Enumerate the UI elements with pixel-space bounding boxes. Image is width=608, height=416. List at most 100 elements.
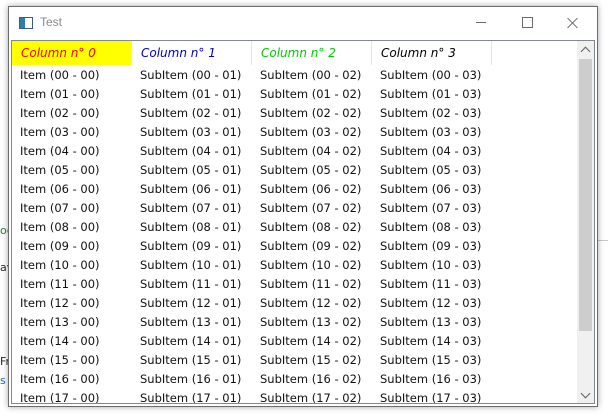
app-window-icon	[19, 17, 33, 29]
list-item[interactable]: Item (15 - 00) SubItem (15 - 01) SubItem (…	[12, 351, 577, 370]
maximize-button[interactable]	[504, 7, 550, 38]
list-view[interactable]: Column n° 0 Column n° 1 Column n° 2 Column …	[11, 40, 595, 404]
item-cell: Item (13 - 00)	[20, 315, 100, 329]
list-item[interactable]: Item (08 - 00) SubItem (08 - 01) SubItem (…	[12, 218, 577, 237]
subitem-cell: SubItem (10 - 03)	[380, 258, 482, 272]
close-button[interactable]	[550, 7, 596, 38]
item-cell: Item (09 - 00)	[20, 239, 100, 253]
subitem-cell: SubItem (11 - 01)	[140, 277, 242, 291]
subitem-cell: SubItem (05 - 02)	[260, 163, 362, 177]
list-item[interactable]: Item (06 - 00) SubItem (06 - 01) SubItem (…	[12, 180, 577, 199]
title-bar[interactable]: Test	[9, 7, 597, 38]
header-filler	[492, 41, 577, 65]
item-cell: Item (14 - 00)	[20, 334, 100, 348]
subitem-cell: SubItem (11 - 02)	[260, 277, 362, 291]
list-item[interactable]: Item (00 - 00) SubItem (00 - 01) SubItem (…	[12, 66, 577, 85]
list-item[interactable]: Item (13 - 00) SubItem (13 - 01) SubItem (…	[12, 313, 577, 332]
app-window: Test Column n° 0 Column n° 1 Column n° 2 Co…	[8, 6, 598, 407]
subitem-cell: SubItem (01 - 01)	[140, 87, 242, 101]
subitem-cell: SubItem (03 - 03)	[380, 125, 482, 139]
list-item[interactable]: Item (10 - 00) SubItem (10 - 01) SubItem (…	[12, 256, 577, 275]
subitem-cell: SubItem (15 - 02)	[260, 353, 362, 367]
chevron-up-icon	[580, 46, 591, 56]
subitem-cell: SubItem (17 - 02)	[260, 391, 362, 404]
chevron-down-icon	[580, 388, 591, 398]
subitem-cell: SubItem (16 - 02)	[260, 372, 362, 386]
item-cell: Item (17 - 00)	[20, 391, 100, 404]
subitem-cell: SubItem (12 - 03)	[380, 296, 482, 310]
list-item[interactable]: Item (11 - 00) SubItem (11 - 01) SubItem (…	[12, 275, 577, 294]
item-cell: Item (15 - 00)	[20, 353, 100, 367]
list-item[interactable]: Item (03 - 00) SubItem (03 - 01) SubItem (…	[12, 123, 577, 142]
list-item[interactable]: Item (09 - 00) SubItem (09 - 01) SubItem (…	[12, 237, 577, 256]
subitem-cell: SubItem (02 - 02)	[260, 106, 362, 120]
list-item[interactable]: Item (02 - 00) SubItem (02 - 01) SubItem (…	[12, 104, 577, 123]
list-item[interactable]: Item (05 - 00) SubItem (05 - 01) SubItem (…	[12, 161, 577, 180]
subitem-cell: SubItem (17 - 03)	[380, 391, 482, 404]
column-header-3[interactable]: Column n° 3	[372, 41, 492, 65]
subitem-cell: SubItem (08 - 03)	[380, 220, 482, 234]
subitem-cell: SubItem (06 - 02)	[260, 182, 362, 196]
item-cell: Item (12 - 00)	[20, 296, 100, 310]
subitem-cell: SubItem (14 - 02)	[260, 334, 362, 348]
subitem-cell: SubItem (11 - 03)	[380, 277, 482, 291]
subitem-cell: SubItem (16 - 01)	[140, 372, 242, 386]
column-header-1[interactable]: Column n° 1	[132, 41, 252, 65]
subitem-cell: SubItem (17 - 01)	[140, 391, 242, 404]
list-item[interactable]: Item (01 - 00) SubItem (01 - 01) SubItem (…	[12, 85, 577, 104]
subitem-cell: SubItem (13 - 03)	[380, 315, 482, 329]
column-header-0[interactable]: Column n° 0	[12, 41, 132, 65]
list-item[interactable]: Item (04 - 00) SubItem (04 - 01) SubItem (…	[12, 142, 577, 161]
list-item[interactable]: Item (07 - 00) SubItem (07 - 01) SubItem (…	[12, 199, 577, 218]
item-cell: Item (06 - 00)	[20, 182, 100, 196]
background-text-fragment: s	[0, 374, 6, 387]
list-header: Column n° 0 Column n° 1 Column n° 2 Column …	[12, 41, 577, 66]
list-item[interactable]: Item (17 - 00) SubItem (17 - 01) SubItem (…	[12, 389, 577, 404]
item-cell: Item (07 - 00)	[20, 201, 100, 215]
subitem-cell: SubItem (03 - 01)	[140, 125, 242, 139]
vertical-scrollbar[interactable]	[577, 41, 594, 403]
item-cell: Item (11 - 00)	[20, 277, 100, 291]
minimize-button[interactable]	[458, 7, 504, 38]
subitem-cell: SubItem (15 - 01)	[140, 353, 242, 367]
list-item[interactable]: Item (16 - 00) SubItem (16 - 01) SubItem (…	[12, 370, 577, 389]
subitem-cell: SubItem (04 - 03)	[380, 144, 482, 158]
subitem-cell: SubItem (02 - 01)	[140, 106, 242, 120]
item-cell: Item (16 - 00)	[20, 372, 100, 386]
subitem-cell: SubItem (07 - 02)	[260, 201, 362, 215]
item-cell: Item (03 - 00)	[20, 125, 100, 139]
subitem-cell: SubItem (13 - 02)	[260, 315, 362, 329]
subitem-cell: SubItem (01 - 03)	[380, 87, 482, 101]
list-rows: Item (00 - 00) SubItem (00 - 01) SubItem (…	[12, 66, 577, 404]
item-cell: Item (02 - 00)	[20, 106, 100, 120]
item-cell: Item (08 - 00)	[20, 220, 100, 234]
subitem-cell: SubItem (15 - 03)	[380, 353, 482, 367]
subitem-cell: SubItem (09 - 01)	[140, 239, 242, 253]
subitem-cell: SubItem (07 - 03)	[380, 201, 482, 215]
subitem-cell: SubItem (16 - 03)	[380, 372, 482, 386]
item-cell: Item (01 - 00)	[20, 87, 100, 101]
subitem-cell: SubItem (08 - 02)	[260, 220, 362, 234]
list-item[interactable]: Item (14 - 00) SubItem (14 - 01) SubItem (…	[12, 332, 577, 351]
subitem-cell: SubItem (04 - 02)	[260, 144, 362, 158]
column-header-2[interactable]: Column n° 2	[252, 41, 372, 65]
scroll-down-button[interactable]	[577, 386, 594, 403]
subitem-cell: SubItem (13 - 01)	[140, 315, 242, 329]
subitem-cell: SubItem (02 - 03)	[380, 106, 482, 120]
window-title: Test	[40, 15, 63, 29]
scroll-up-button[interactable]	[577, 41, 594, 58]
subitem-cell: SubItem (03 - 02)	[260, 125, 362, 139]
subitem-cell: SubItem (07 - 01)	[140, 201, 242, 215]
scrollbar-thumb[interactable]	[579, 59, 592, 331]
subitem-cell: SubItem (00 - 03)	[380, 68, 482, 82]
subitem-cell: SubItem (14 - 03)	[380, 334, 482, 348]
item-cell: Item (04 - 00)	[20, 144, 100, 158]
subitem-cell: SubItem (00 - 01)	[140, 68, 242, 82]
subitem-cell: SubItem (12 - 02)	[260, 296, 362, 310]
list-item[interactable]: Item (12 - 00) SubItem (12 - 01) SubItem (…	[12, 294, 577, 313]
subitem-cell: SubItem (05 - 03)	[380, 163, 482, 177]
item-cell: Item (10 - 00)	[20, 258, 100, 272]
subitem-cell: SubItem (01 - 02)	[260, 87, 362, 101]
subitem-cell: SubItem (10 - 02)	[260, 258, 362, 272]
subitem-cell: SubItem (14 - 01)	[140, 334, 242, 348]
